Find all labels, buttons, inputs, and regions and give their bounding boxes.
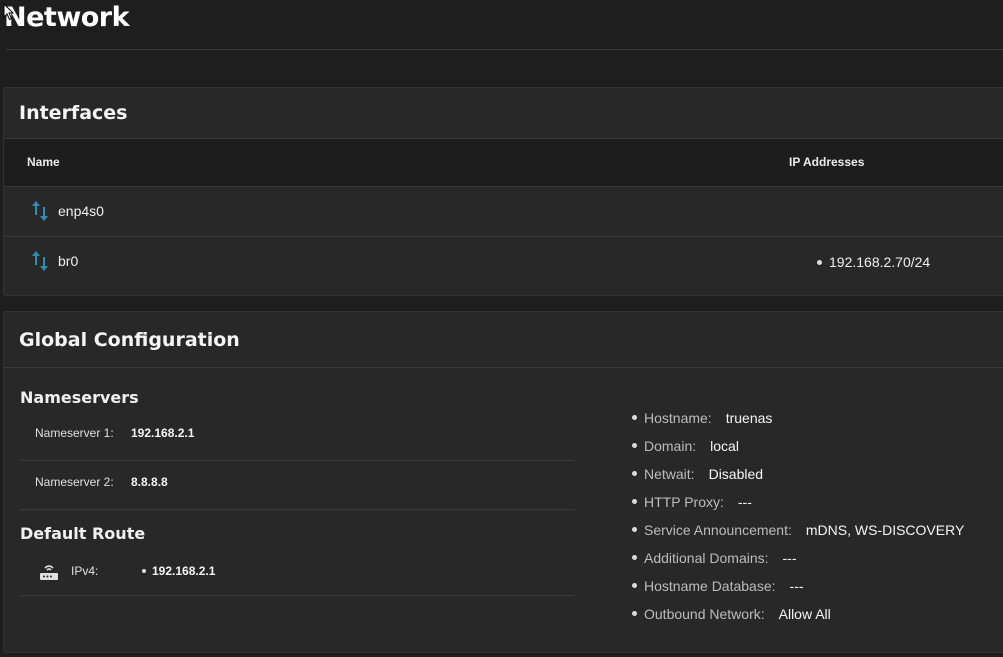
info-value: Allow All xyxy=(778,606,831,622)
info-item-domain: Domain: local xyxy=(632,432,964,460)
bullet-dot xyxy=(632,414,637,420)
nameserver-value: 8.8.8.8 xyxy=(131,475,168,489)
global-configuration-card: Global Configuration Nameservers Nameser… xyxy=(3,311,1003,653)
interface-ip-address: 192.168.2.70/24 xyxy=(817,254,930,270)
info-label: Domain: xyxy=(644,438,697,454)
info-label: Netwait: xyxy=(644,466,695,482)
nameserver-label: Nameserver 2: xyxy=(35,475,114,489)
nameserver-row: Nameserver 1: 192.168.2.1 xyxy=(20,412,574,461)
interfaces-card: Interfaces Name IP Addresses enp4s0 br0 … xyxy=(3,87,1003,296)
info-item-outbound-network: Outbound Network: Allow All xyxy=(632,600,964,628)
bullet-dot xyxy=(632,526,637,532)
interface-name: br0 xyxy=(58,253,79,269)
default-route-value: 192.168.2.1 xyxy=(152,564,216,578)
info-value: --- xyxy=(789,578,804,594)
interface-row-enp4s0[interactable]: enp4s0 xyxy=(4,187,1003,237)
nameservers-title: Nameservers xyxy=(20,388,139,407)
column-header-name[interactable]: Name xyxy=(27,155,60,169)
page-title: Network xyxy=(4,2,130,33)
info-item-netwait: Netwait: Disabled xyxy=(632,460,964,488)
info-value: Disabled xyxy=(708,466,764,482)
interface-up-down-icon xyxy=(32,251,48,271)
bullet-dot xyxy=(817,259,822,265)
interface-name: enp4s0 xyxy=(58,203,104,219)
info-value: local xyxy=(710,438,739,454)
title-divider xyxy=(6,49,1003,50)
global-configuration-header: Global Configuration xyxy=(4,312,1003,368)
info-label: Service Announcement: xyxy=(644,522,792,538)
column-header-ip-addresses[interactable]: IP Addresses xyxy=(789,155,864,169)
info-label: Hostname: xyxy=(644,410,712,426)
bullet-dot xyxy=(632,554,637,560)
bullet-dot xyxy=(142,568,146,573)
info-value: mDNS, WS-DISCOVERY xyxy=(805,522,965,538)
router-icon xyxy=(40,565,58,580)
default-route-value-wrap: 192.168.2.1 xyxy=(142,564,215,578)
interface-up-down-icon xyxy=(32,201,48,221)
bullet-dot xyxy=(632,582,637,588)
interface-row-br0[interactable]: br0 192.168.2.70/24 xyxy=(4,237,1003,271)
default-route-label: IPv4: xyxy=(71,564,99,578)
bullet-dot xyxy=(632,498,637,504)
info-label: Additional Domains: xyxy=(644,550,769,566)
interfaces-table-header: Name IP Addresses xyxy=(4,139,1003,187)
info-label: Hostname Database: xyxy=(644,578,776,594)
bullet-dot xyxy=(632,442,637,448)
bullet-dot xyxy=(632,610,637,616)
global-configuration-title: Global Configuration xyxy=(19,328,240,351)
mouse-cursor-icon xyxy=(3,3,15,21)
info-label: HTTP Proxy: xyxy=(644,494,724,510)
interface-ip-value: 192.168.2.70/24 xyxy=(829,254,931,270)
info-item-hostname: Hostname: truenas xyxy=(632,404,964,432)
info-label: Outbound Network: xyxy=(644,606,765,622)
nameserver-label: Nameserver 1: xyxy=(35,426,114,440)
bullet-dot xyxy=(632,470,637,476)
default-route-row: IPv4: 192.168.2.1 xyxy=(20,552,574,596)
default-route-title: Default Route xyxy=(20,524,146,543)
info-value: --- xyxy=(737,494,752,510)
info-value: truenas xyxy=(725,410,773,426)
nameserver-value: 192.168.2.1 xyxy=(131,426,195,440)
interfaces-card-title: Interfaces xyxy=(19,102,128,124)
nameserver-row: Nameserver 2: 8.8.8.8 xyxy=(20,461,574,510)
info-value: --- xyxy=(782,550,797,566)
global-info-list: Hostname: truenas Domain: local Netwait: Di… xyxy=(632,404,964,628)
info-item-additional-domains: Additional Domains: --- xyxy=(632,544,964,572)
info-item-http-proxy: HTTP Proxy: --- xyxy=(632,488,964,516)
interfaces-card-header: Interfaces xyxy=(4,88,1003,139)
info-item-service-announcement: Service Announcement: mDNS, WS-DISCOVERY xyxy=(632,516,964,544)
info-item-hostname-database: Hostname Database: --- xyxy=(632,572,964,600)
